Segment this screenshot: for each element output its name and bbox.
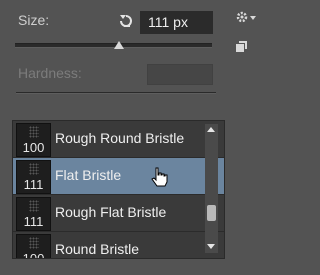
hand-cursor-icon bbox=[150, 167, 168, 187]
brush-size: 111 bbox=[23, 177, 44, 192]
brush-thumbnail: 111 bbox=[16, 197, 51, 231]
preset-name: Round Bristle bbox=[55, 241, 140, 257]
scroll-down-icon[interactable] bbox=[207, 244, 215, 249]
brush-thumbnail: 111 bbox=[16, 160, 51, 194]
hardness-slider-highlight bbox=[16, 93, 216, 94]
hardness-label: Hardness: bbox=[18, 65, 82, 81]
reset-size-icon[interactable] bbox=[118, 13, 134, 29]
brush-size: 100 bbox=[22, 251, 45, 259]
brush-size: 100 bbox=[22, 140, 45, 155]
preset-list-scrollbar[interactable] bbox=[205, 124, 218, 253]
preset-name: Rough Flat Bristle bbox=[55, 204, 167, 220]
gear-icon[interactable] bbox=[235, 10, 257, 26]
scrollbar-thumb[interactable] bbox=[207, 205, 216, 222]
brush-preset-picker: Size: 111 px Hardness: 100 Rough Round B… bbox=[0, 0, 273, 275]
size-value: 111 px bbox=[148, 14, 188, 30]
scroll-up-icon[interactable] bbox=[207, 127, 215, 132]
preset-name: Rough Round Bristle bbox=[55, 130, 185, 146]
size-label: Size: bbox=[18, 12, 50, 28]
preset-row[interactable]: 100 Rough Round Bristle bbox=[13, 121, 224, 158]
preset-row[interactable]: 111 Rough Flat Bristle bbox=[13, 195, 224, 232]
brush-size: 111 bbox=[23, 214, 44, 229]
hardness-field bbox=[147, 64, 213, 85]
preset-row-selected[interactable]: 111 Flat Bristle bbox=[13, 158, 224, 195]
brush-thumbnail: 100 bbox=[16, 234, 51, 259]
brush-thumbnail: 100 bbox=[16, 123, 51, 157]
brush-preset-list[interactable]: 100 Rough Round Bristle 111 Flat Bristle… bbox=[12, 120, 225, 259]
preset-row[interactable]: 100 Round Bristle bbox=[13, 232, 224, 259]
size-field[interactable]: 111 px bbox=[140, 11, 213, 34]
size-slider-thumb[interactable] bbox=[114, 41, 125, 49]
new-preset-icon[interactable] bbox=[235, 40, 247, 52]
preset-name: Flat Bristle bbox=[55, 167, 122, 183]
